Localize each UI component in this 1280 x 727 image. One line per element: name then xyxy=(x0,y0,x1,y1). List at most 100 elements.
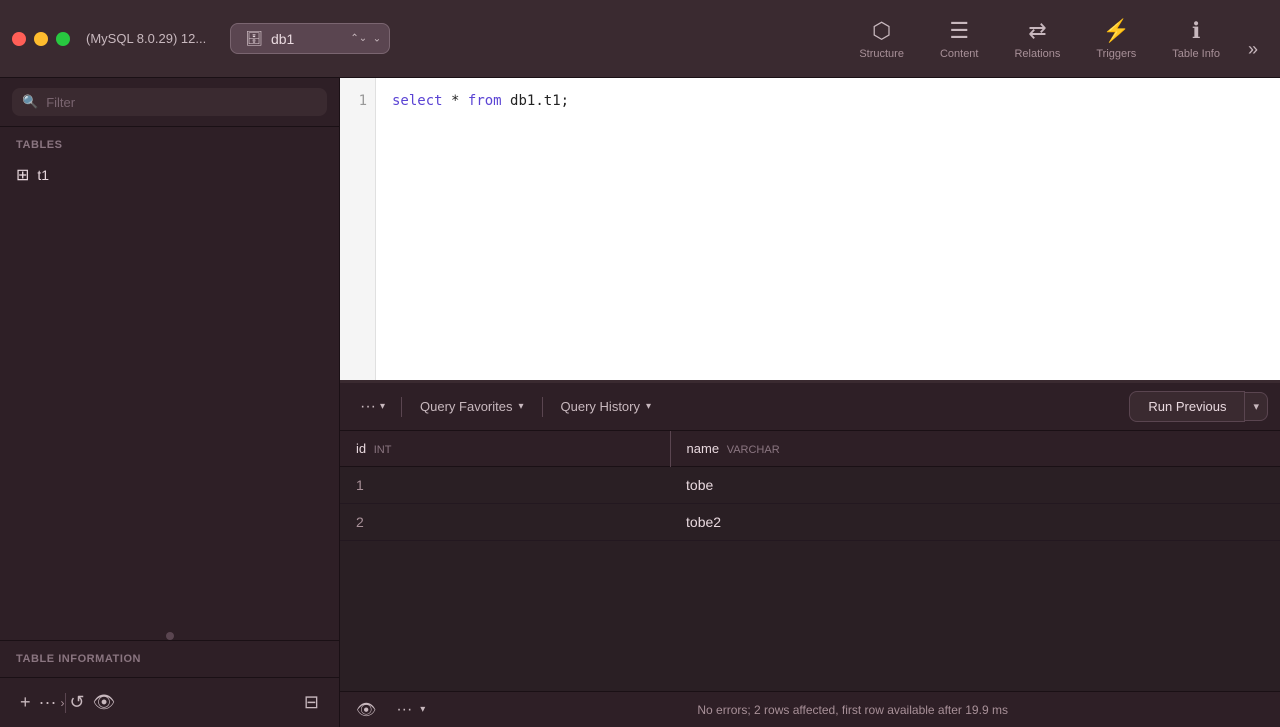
query-favorites-button[interactable]: Query Favorites ▾ xyxy=(410,393,534,420)
table-header-row: id INT name VARCHAR xyxy=(340,431,1280,467)
ellipsis-icon: ··· xyxy=(39,692,57,713)
triggers-tab[interactable]: ⚡ Triggers xyxy=(1078,10,1154,68)
data-table: id INT name VARCHAR 1 tobe xyxy=(340,431,1280,541)
toolbar-icons: ⬡ Structure ☰ Content ⇄ Relations ⚡ Trig… xyxy=(841,10,1268,68)
titlebar: (MySQL 8.0.29) 12... 🗄 db1 ⌄ ⌃⌄ ⬡ Struct… xyxy=(0,0,1280,78)
caret-icon: ▾ xyxy=(380,401,385,412)
table-info-icon: ℹ xyxy=(1192,18,1200,44)
filter-input[interactable] xyxy=(46,95,317,110)
cell-name-1: tobe xyxy=(670,467,1280,504)
col-type-name: VARCHAR xyxy=(727,444,780,456)
more-query-button[interactable]: ··· ▾ xyxy=(352,392,393,422)
caret-down-icon: ▾ xyxy=(1253,401,1259,413)
sidebar: 🔍 TABLES ⊞ t1 TABLE INFORMATION + ··· › xyxy=(0,78,340,727)
structure-icon: ⬡ xyxy=(872,18,891,44)
more-status-wrap: ··· ▾ xyxy=(392,697,425,723)
sidebar-footer: + ··· › ↺ 👁 ⊟ xyxy=(0,677,339,727)
table-information-label: TABLE INFORMATION xyxy=(16,653,323,665)
minimize-button[interactable] xyxy=(34,32,48,46)
results-table: id INT name VARCHAR 1 tobe xyxy=(340,431,1280,691)
toolbar-divider-2 xyxy=(542,397,543,417)
col-header-name: name VARCHAR xyxy=(670,431,1280,467)
window-title: (MySQL 8.0.29) 12... xyxy=(86,31,206,46)
content-label: Content xyxy=(940,48,979,60)
line-number: 1 xyxy=(348,90,367,112)
col-name-name: name xyxy=(687,441,720,456)
close-button[interactable] xyxy=(12,32,26,46)
db-icon: 🗄 xyxy=(245,30,263,47)
query-history-label: Query History xyxy=(561,399,640,414)
content-icon: ☰ xyxy=(949,18,969,44)
table-icon: ⊞ xyxy=(16,165,29,185)
eye-status-button[interactable]: 👁 xyxy=(352,696,380,724)
code-area[interactable]: select * from db1.t1; xyxy=(376,78,1280,380)
keyword-select: select xyxy=(392,93,443,109)
scroll-indicator xyxy=(0,632,339,640)
sidebar-bottom: TABLE INFORMATION xyxy=(0,640,339,677)
table-info-label: Table Info xyxy=(1172,48,1220,60)
eye-icon: 👁 xyxy=(356,700,376,720)
traffic-lights xyxy=(12,32,70,46)
more-status-button[interactable]: ··· xyxy=(392,697,416,723)
query-history-button[interactable]: Query History ▾ xyxy=(551,393,662,420)
triggers-label: Triggers xyxy=(1096,48,1136,60)
query-editor[interactable]: 1 select * from db1.t1; xyxy=(340,78,1280,383)
columns-icon: ⊟ xyxy=(304,692,319,713)
table-reference: db1.t1; xyxy=(510,93,569,109)
maximize-button[interactable] xyxy=(56,32,70,46)
chevron-status-icon: ▾ xyxy=(420,704,425,715)
chevron-right-icon: » xyxy=(1248,39,1258,59)
ellipsis-status-icon: ··· xyxy=(396,701,412,719)
structure-label: Structure xyxy=(859,48,904,60)
table-info-tab[interactable]: ℹ Table Info xyxy=(1154,10,1238,68)
keyword-from: from xyxy=(468,93,502,109)
col-name-id: id xyxy=(356,441,366,456)
tables-section-label: TABLES xyxy=(0,139,339,159)
db-selector[interactable]: 🗄 db1 ⌄ ⌃⌄ xyxy=(230,23,390,54)
columns-button[interactable]: ⊟ xyxy=(300,688,323,717)
table-name: t1 xyxy=(37,167,49,183)
table-row: 1 tobe xyxy=(340,467,1280,504)
table-row: 2 tobe2 xyxy=(340,504,1280,541)
more-button[interactable]: » xyxy=(1238,31,1268,68)
scroll-dot xyxy=(166,632,174,640)
search-icon: 🔍 xyxy=(22,94,38,110)
content-area: 1 select * from db1.t1; ··· ▾ Query Favo… xyxy=(340,78,1280,727)
line-numbers: 1 xyxy=(340,78,376,380)
structure-tab[interactable]: ⬡ Structure xyxy=(841,10,922,68)
ellipsis-icon: ··· xyxy=(360,398,376,416)
content-tab[interactable]: ☰ Content xyxy=(922,10,997,68)
filter-input-wrap[interactable]: 🔍 xyxy=(12,88,327,116)
refresh-icon: ↺ xyxy=(70,692,85,713)
relations-label: Relations xyxy=(1014,48,1060,60)
chevron-down-icon-2: ▾ xyxy=(646,401,651,412)
cell-name-2: tobe2 xyxy=(670,504,1280,541)
filter-bar: 🔍 xyxy=(0,78,339,127)
more-options-button[interactable]: ··· xyxy=(35,688,61,717)
db-name: db1 xyxy=(271,31,294,47)
table-item-t1[interactable]: ⊞ t1 xyxy=(0,159,339,191)
plus-icon: + xyxy=(20,692,31,713)
col-type-id: INT xyxy=(374,444,392,456)
cell-id-2: 2 xyxy=(340,504,670,541)
run-previous-caret[interactable]: ▾ xyxy=(1245,392,1268,421)
selector-arrows: ⌃⌄ xyxy=(350,33,367,44)
eye-icon: 👁 xyxy=(93,692,116,713)
cell-id-1: 1 xyxy=(340,467,670,504)
run-previous-button[interactable]: Run Previous xyxy=(1129,391,1245,422)
eye-button[interactable]: 👁 xyxy=(89,688,120,717)
results-area: id INT name VARCHAR 1 tobe xyxy=(340,431,1280,691)
chevron-down-icon: ⌄ xyxy=(373,33,381,44)
status-message: No errors; 2 rows affected, first row av… xyxy=(437,703,1268,717)
run-previous-wrap: Run Previous ▾ xyxy=(1129,391,1268,422)
main-layout: 🔍 TABLES ⊞ t1 TABLE INFORMATION + ··· › xyxy=(0,78,1280,727)
query-toolbar: ··· ▾ Query Favorites ▾ Query History ▾ … xyxy=(340,383,1280,431)
col-header-id: id INT xyxy=(340,431,670,467)
refresh-button[interactable]: ↺ xyxy=(66,688,89,717)
query-favorites-label: Query Favorites xyxy=(420,399,512,414)
add-button[interactable]: + xyxy=(16,688,35,717)
chevron-down-icon: ▾ xyxy=(519,401,524,412)
relations-icon: ⇄ xyxy=(1028,18,1046,44)
relations-tab[interactable]: ⇄ Relations xyxy=(996,10,1078,68)
operator-star: * xyxy=(451,93,459,109)
